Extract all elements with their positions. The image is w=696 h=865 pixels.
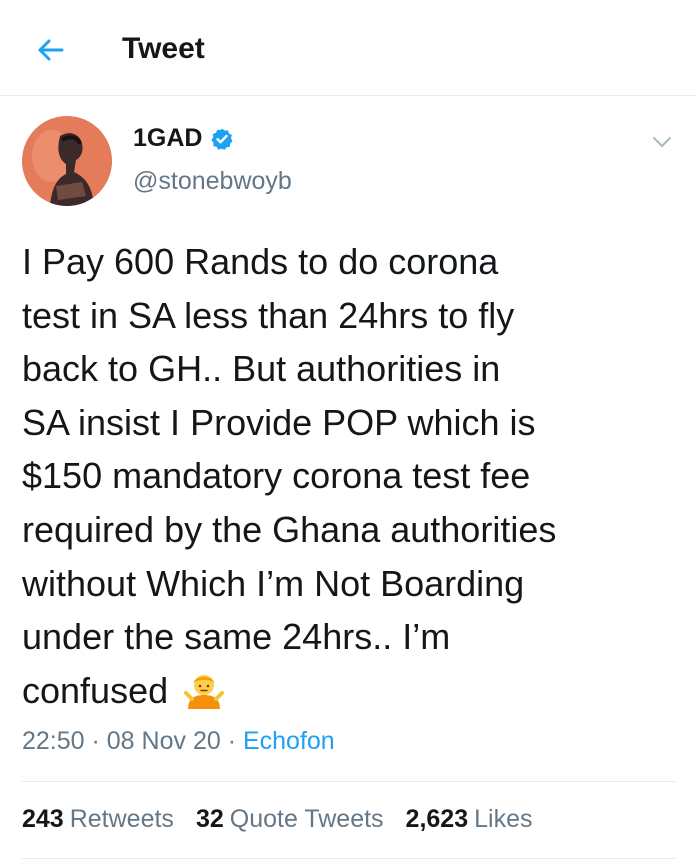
- tweet-line: back to GH.. But authorities in: [22, 348, 501, 390]
- tweet-menu-button[interactable]: [650, 132, 674, 152]
- tweet-meta: 22:50 · 08 Nov 20 · Echofon: [22, 727, 335, 756]
- meta-separator: ·: [84, 727, 107, 755]
- tweet-time: 22:50: [22, 727, 85, 755]
- tweet-line: I Pay 600 Rands to do corona: [22, 241, 499, 282]
- verified-badge-icon: [210, 127, 234, 151]
- person-shrugging-emoji: [184, 671, 225, 726]
- tweet-line-last: confused: [22, 664, 682, 726]
- top-bar: Tweet: [0, 0, 696, 96]
- tweet-source-link[interactable]: Echofon: [243, 727, 335, 755]
- likes-stat[interactable]: 2,623 Likes: [406, 805, 533, 834]
- page-title: Tweet: [122, 32, 205, 65]
- display-name[interactable]: 1GAD: [133, 124, 234, 153]
- meta-separator: ·: [220, 727, 243, 755]
- chevron-down-icon: [653, 137, 671, 147]
- avatar-image: [22, 116, 112, 206]
- tweet-line: $150 mandatory corona test fee: [22, 455, 531, 497]
- likes-count: 2,623: [405, 805, 469, 833]
- retweets-count: 243: [22, 805, 64, 833]
- tweet-text: I Pay 600 Rands to do corona test in SA …: [22, 235, 682, 725]
- display-name-text: 1GAD: [133, 124, 203, 152]
- divider: [22, 858, 676, 859]
- tweet-line: without Which I’m Not Boarding: [22, 562, 525, 604]
- tweet-date: 08 Nov 20: [106, 727, 221, 755]
- avatar[interactable]: [22, 116, 112, 206]
- tweet-line: required by the Ghana authorities: [22, 508, 557, 550]
- tweet-line: SA insist I Provide POP which is: [22, 401, 536, 443]
- back-arrow-icon: [38, 39, 64, 61]
- retweets-stat[interactable]: 243 Retweets: [22, 805, 174, 834]
- back-button[interactable]: [30, 30, 70, 70]
- quote-tweets-label: Quote Tweets: [229, 805, 384, 833]
- user-handle[interactable]: @stonebwoyb: [133, 167, 292, 196]
- tweet-line: under the same 24hrs.. I’m: [22, 616, 451, 658]
- divider: [22, 781, 676, 782]
- retweets-label: Retweets: [69, 805, 174, 833]
- quote-tweets-count: 32: [195, 805, 224, 833]
- tweet-line: test in SA less than 24hrs to fly: [22, 294, 515, 336]
- tweet-line: confused: [22, 669, 169, 711]
- quote-tweets-stat[interactable]: 32 Quote Tweets: [196, 805, 384, 834]
- likes-label: Likes: [474, 805, 533, 833]
- tweet-stats: 243 Retweets 32 Quote Tweets 2,623 Likes: [22, 805, 554, 834]
